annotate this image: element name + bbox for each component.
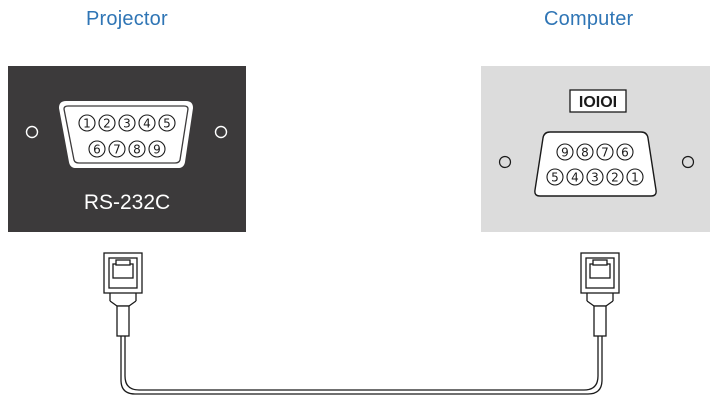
pin-number: 3 bbox=[123, 117, 131, 131]
pin-number: 7 bbox=[113, 143, 121, 157]
db9-plug-icon-right bbox=[580, 252, 620, 380]
cable-outer bbox=[120, 379, 603, 395]
computer-port-panel: IOIOI 9876 54321 bbox=[481, 66, 710, 232]
pin-number: 6 bbox=[93, 143, 101, 157]
pin-number: 4 bbox=[143, 117, 151, 131]
connector-outline bbox=[534, 131, 657, 197]
pin-number: 3 bbox=[591, 171, 599, 185]
computer-title: Computer bbox=[544, 8, 634, 30]
pin-number: 5 bbox=[163, 117, 171, 131]
db9-plug-icon-left bbox=[103, 252, 143, 380]
pin-number: 1 bbox=[631, 171, 639, 185]
pin-number: 1 bbox=[83, 117, 91, 131]
computer-db9-port: IOIOI 9 8 7 6 5 4 3 2 1 bbox=[481, 66, 710, 232]
projector-db9-port: 1 2 3 4 5 6 7 8 9 RS-232C bbox=[8, 66, 246, 232]
pin-number: 6 bbox=[621, 146, 629, 160]
projector-title: Projector bbox=[86, 8, 168, 30]
pin-number: 7 bbox=[601, 146, 609, 160]
pin-number: 9 bbox=[561, 146, 569, 160]
projector-port-panel: 12345 6789 RS-232C bbox=[8, 66, 246, 232]
pin-number: 8 bbox=[581, 146, 589, 160]
port-name: RS-232C bbox=[84, 191, 170, 214]
pin-number: 8 bbox=[133, 143, 141, 157]
cable-inner bbox=[124, 375, 599, 391]
pin-number: 5 bbox=[551, 171, 559, 185]
pin-number: 2 bbox=[611, 171, 619, 185]
pin-number: 9 bbox=[153, 143, 161, 157]
pin-number: 4 bbox=[571, 171, 579, 185]
serial-symbol-text: IOIOI bbox=[579, 94, 617, 111]
pin-number: 2 bbox=[103, 117, 111, 131]
